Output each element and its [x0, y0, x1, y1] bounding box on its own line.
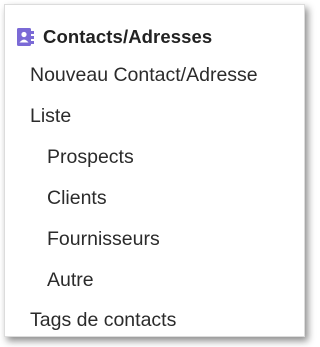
contacts-menu-panel: Contacts/Adresses Nouveau Contact/Adress… [4, 4, 305, 337]
menu-header-title: Contacts/Adresses [43, 26, 213, 47]
menu-item-clients[interactable]: Clients [47, 185, 107, 211]
menu-item-list[interactable]: Liste [30, 103, 71, 129]
menu-item-new-contact[interactable]: Nouveau Contact/Adresse [30, 62, 258, 88]
address-book-icon [17, 28, 34, 46]
menu-item-prospects[interactable]: Prospects [47, 144, 134, 170]
menu-item-other[interactable]: Autre [47, 267, 94, 293]
menu-item-contact-tags[interactable]: Tags de contacts [30, 307, 176, 333]
menu-header[interactable]: Contacts/Adresses [15, 25, 212, 49]
menu-item-suppliers[interactable]: Fournisseurs [47, 226, 160, 252]
